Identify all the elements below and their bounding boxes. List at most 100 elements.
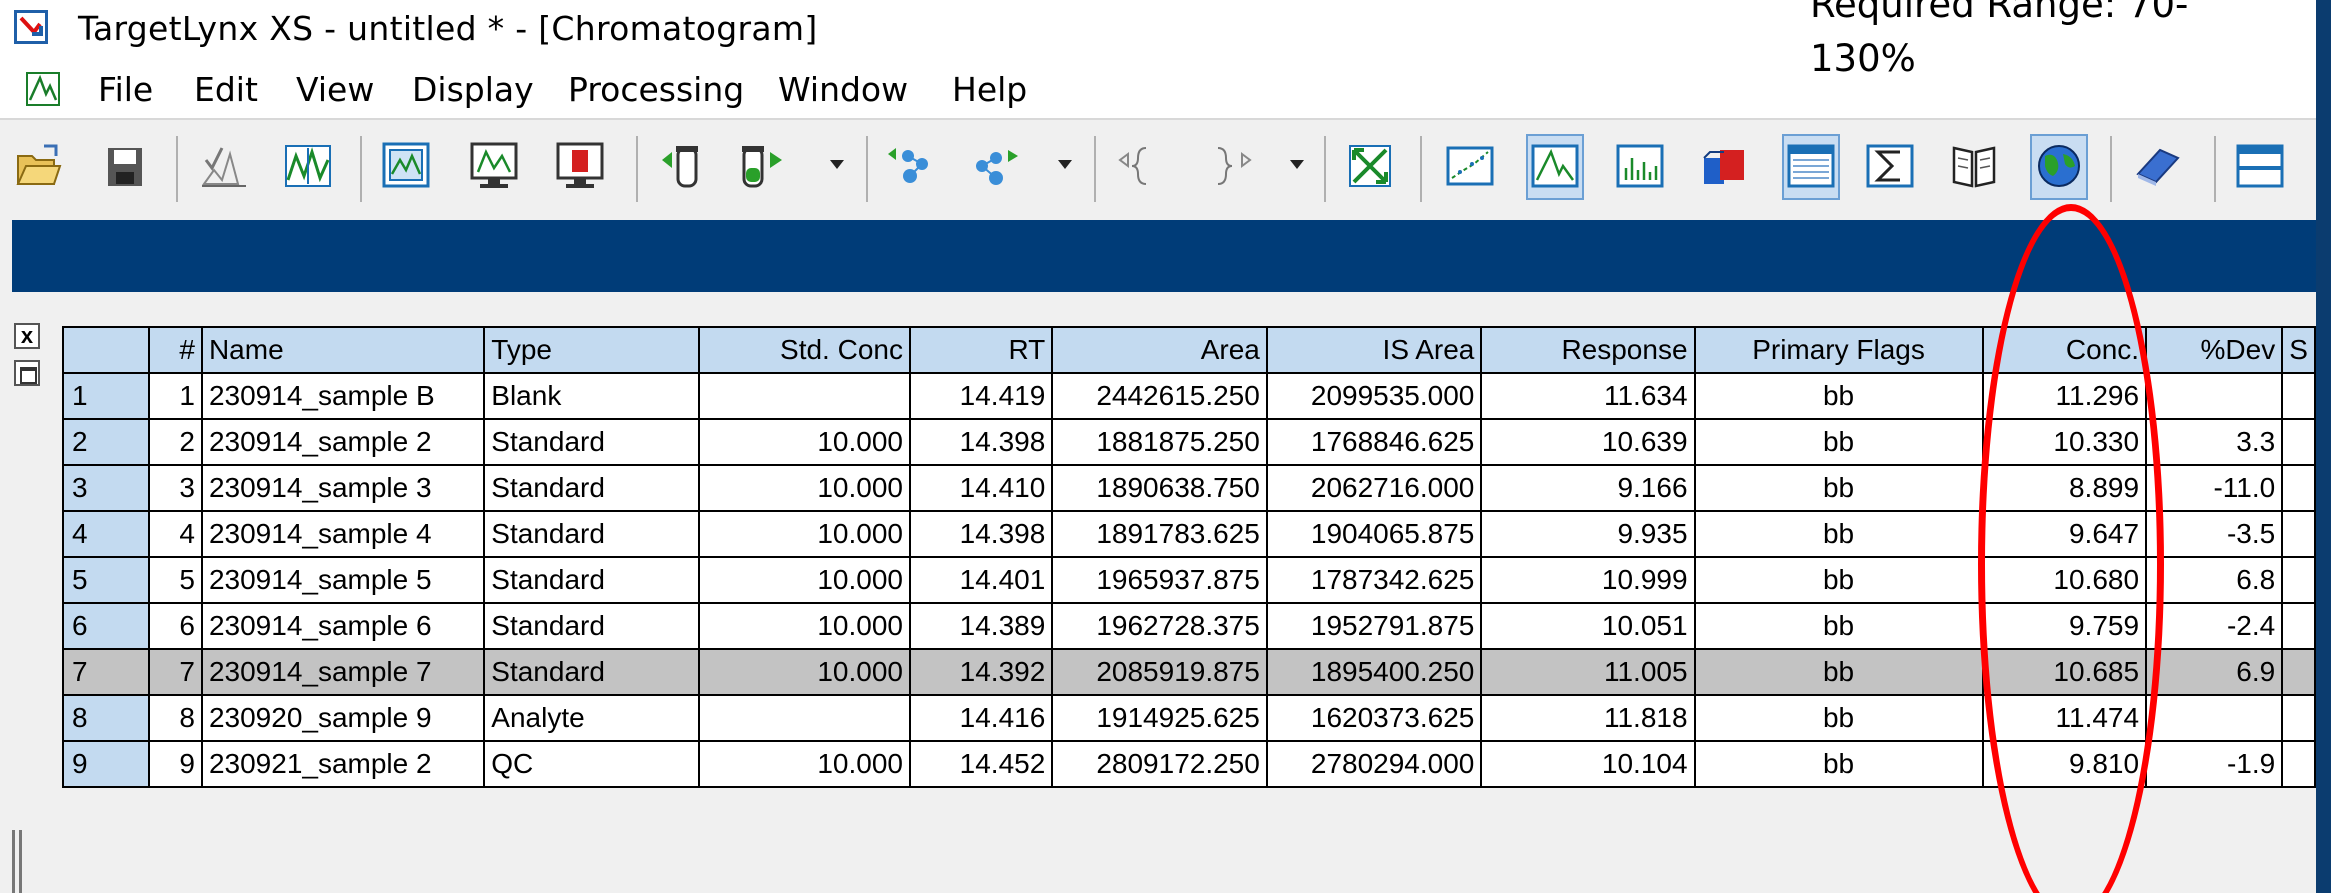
menu-view[interactable]: View [296,70,374,109]
bracket-prev-icon[interactable] [1116,140,1164,192]
splitter-line [19,830,22,893]
cell-name: 230914_sample 6 [200,602,486,650]
smooth-icon[interactable] [284,140,332,192]
globe-icon[interactable] [2035,140,2083,192]
cell-conc: 10.330 [1981,418,2148,466]
cell-is-area: 2062716.000 [1265,464,1483,512]
save-disk-icon[interactable] [102,140,150,192]
cell-name: 230914_sample 7 [200,648,486,696]
bracket-next-icon[interactable] [1212,140,1260,192]
sum-icon[interactable] [1866,140,1914,192]
cell-pct-dev [2145,372,2284,420]
cell-truncated [2281,372,2316,420]
menu-edit[interactable]: Edit [194,70,258,109]
table-row[interactable]: 3 3 230914_sample 3 Standard 10.000 14.410 189… [62,464,2316,512]
column-header-area[interactable]: Area [1051,326,1268,374]
table-row[interactable]: 6 6 230914_sample 6 Standard 10.000 14.389 196… [62,602,2316,650]
cell-std-conc [697,372,911,420]
display-red-icon[interactable] [556,140,604,192]
row-header[interactable]: 9 [62,740,150,788]
column-header-name[interactable]: Name [200,326,486,374]
spectrum-bars-icon[interactable] [1616,140,1664,192]
fit-zoom-icon[interactable] [1346,140,1394,192]
row-header[interactable]: 4 [62,510,150,558]
cell-name: 230914_sample B [200,372,486,420]
column-header-pct-dev[interactable]: %Dev [2145,326,2284,374]
cell-primary-flags: bb [1693,602,1984,650]
vial-dropdown-icon[interactable] [830,160,844,169]
chromatogram-icon[interactable] [382,140,430,192]
disk-report-icon[interactable] [2134,140,2182,192]
table-row[interactable]: 4 4 230914_sample 4 Standard 10.000 14.398 189… [62,510,2316,558]
column-header-conc[interactable]: Conc. [1981,326,2148,374]
chromatogram-doc-icon[interactable] [26,72,60,106]
cell-name: 230920_sample 9 [200,694,486,742]
column-header-is-area[interactable]: IS Area [1265,326,1483,374]
cell-is-area: 1895400.250 [1265,648,1483,696]
menu-help[interactable]: Help [952,70,1027,109]
column-header-std-conc[interactable]: Std. Conc [697,326,911,374]
pane-close-button[interactable]: x [14,323,40,349]
cell-truncated [2281,740,2316,788]
cell-type: Standard [483,418,700,466]
row-header[interactable]: 7 [62,648,150,696]
bracket-dropdown-icon[interactable] [1290,160,1304,169]
peak-integrate-icon[interactable] [200,140,248,192]
cell-pct-dev: -3.5 [2145,510,2284,558]
menu-window[interactable]: Window [778,70,908,109]
cell-std-conc: 10.000 [697,740,911,788]
column-header-row-index[interactable] [62,326,150,374]
table-row[interactable]: 8 8 230920_sample 9 Analyte 14.416 1914925.62… [62,694,2316,742]
menu-processing[interactable]: Processing [568,70,744,109]
table-row[interactable]: 9 9 230921_sample 2 QC 10.000 14.452 2809172.2… [62,740,2316,788]
row-header[interactable]: 8 [62,694,150,742]
menu-display[interactable]: Display [412,70,534,109]
vial-prev-icon[interactable] [658,140,706,192]
table-row[interactable]: 5 5 230914_sample 5 Standard 10.000 14.401 196… [62,556,2316,604]
cell-conc: 10.680 [1981,556,2148,604]
cell-truncated [2281,418,2316,466]
cell-type: Standard [483,648,700,696]
cell-std-conc: 10.000 [697,464,911,512]
row-header[interactable]: 6 [62,602,150,650]
column-header-type[interactable]: Type [483,326,700,374]
column-header-rt[interactable]: RT [908,326,1054,374]
cell-type: Standard [483,510,700,558]
row-header[interactable]: 5 [62,556,150,604]
cell-conc: 9.647 [1981,510,2148,558]
cell-is-area: 1904065.875 [1265,510,1483,558]
display-spectrum-icon[interactable] [470,140,518,192]
column-header-primary-flags[interactable]: Primary Flags [1693,326,1984,374]
book-icon[interactable] [1950,140,1998,192]
row-header[interactable]: 2 [62,418,150,466]
table-row[interactable]: 1 1 230914_sample B Blank 14.419 2442615.250 2… [62,372,2316,420]
row-header[interactable]: 1 [62,372,150,420]
toolbar-separator [360,136,362,202]
cell-number: 6 [147,602,203,650]
cell-type: Standard [483,464,700,512]
molecule-left-icon[interactable] [886,140,934,192]
pane-restore-button[interactable] [14,360,40,386]
cell-is-area: 2099535.000 [1265,372,1483,420]
table-row[interactable]: 7 7 230914_sample 7 Standard 10.000 14.392 208… [62,648,2316,696]
column-header-response[interactable]: Response [1480,326,1696,374]
calibration-curve-icon[interactable] [1446,140,1494,192]
cell-pct-dev: 3.3 [2145,418,2284,466]
split-window-icon[interactable] [2236,140,2284,192]
menu-file[interactable]: File [98,70,153,109]
summary-table-icon[interactable] [1787,140,1835,192]
window-title: TargetLynx XS - untitled * - [Chromatogr… [78,9,818,48]
row-header[interactable]: 3 [62,464,150,512]
cell-rt: 14.419 [908,372,1054,420]
column-header-number[interactable]: # [147,326,203,374]
column-header-truncated[interactable]: S [2281,326,2316,374]
toolbar-separator [176,136,178,202]
table-row[interactable]: 2 2 230914_sample 2 Standard 10.000 14.398 188… [62,418,2316,466]
3d-shapes-icon[interactable] [1700,140,1748,192]
molecule-right-icon[interactable] [972,140,1020,192]
open-folder-icon[interactable] [14,140,62,192]
vial-next-icon[interactable] [740,140,788,192]
molecule-dropdown-icon[interactable] [1058,160,1072,169]
cell-conc: 9.759 [1981,602,2148,650]
chromatogram-view-icon[interactable] [1531,140,1579,192]
